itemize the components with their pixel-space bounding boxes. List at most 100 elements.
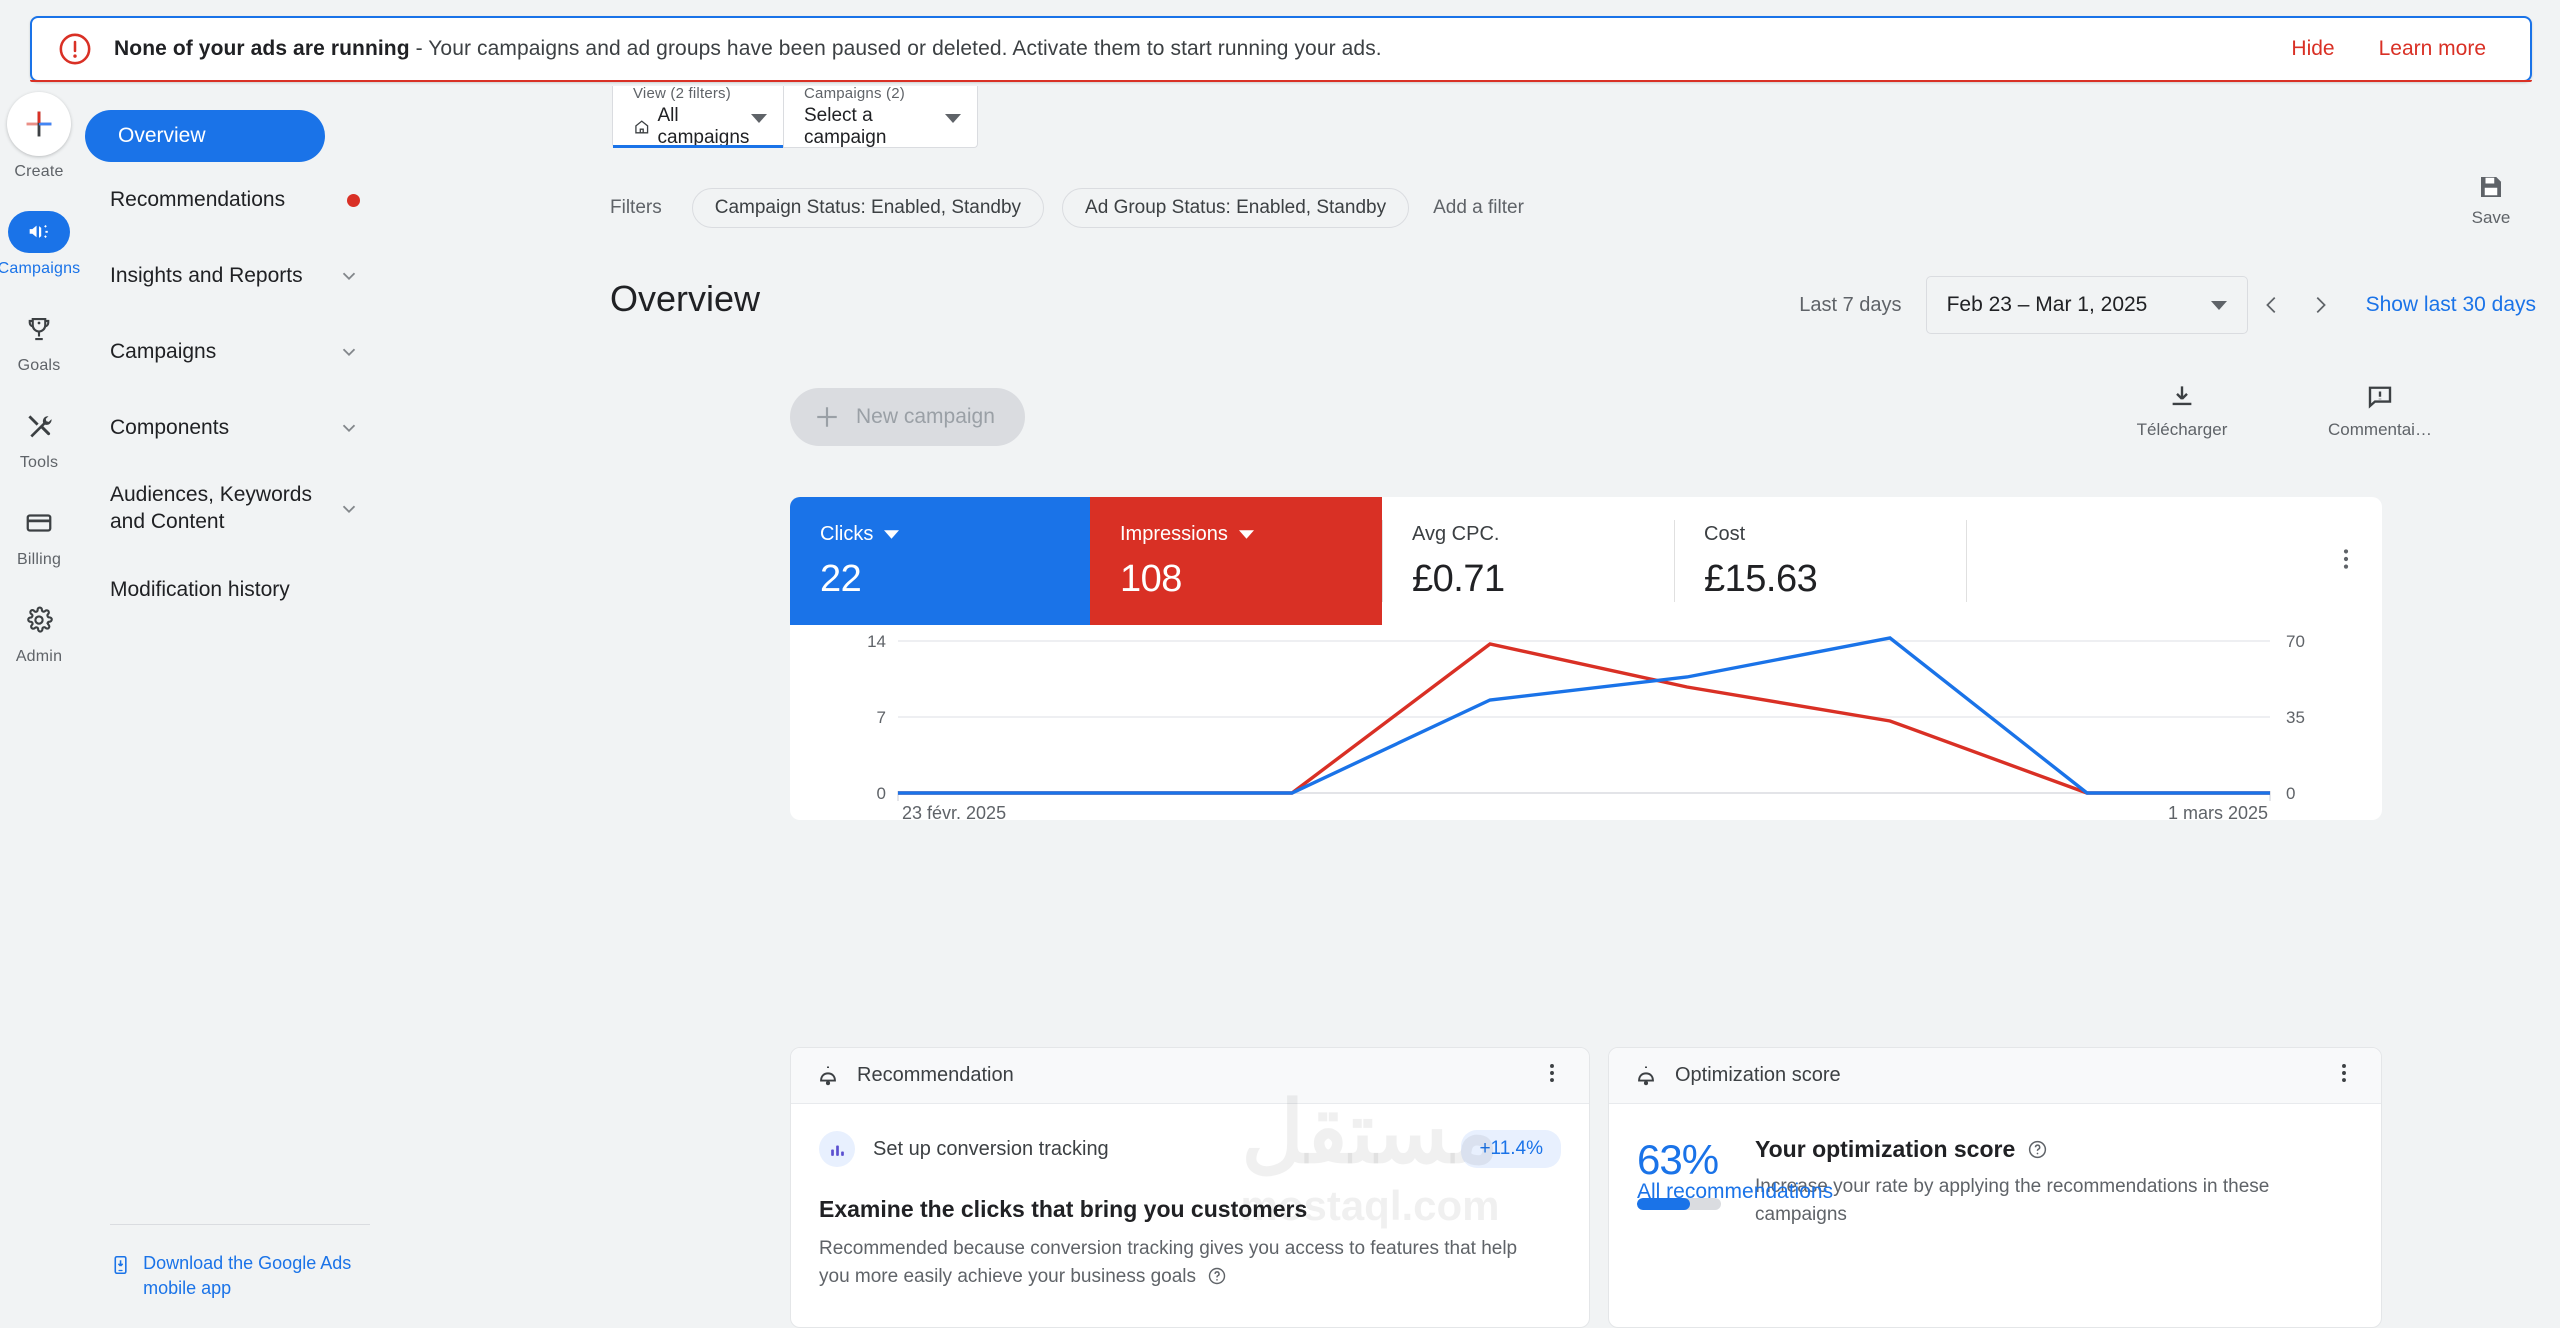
filter-chip-campaign-status[interactable]: Campaign Status: Enabled, Standby [691,188,1045,228]
recommendation-card-kebab[interactable] [1539,1060,1565,1091]
nav-item-audiences-keywords-and-content[interactable]: Audiences, Keywords and Content [110,478,370,540]
chevron-down-icon[interactable] [751,113,767,123]
previous-period-button[interactable] [2248,281,2296,329]
feedback-button[interactable]: Commentai… [2320,382,2440,440]
metric-value-clicks: 22 [820,558,862,600]
nav-item-recommendations[interactable]: Recommendations [110,174,370,226]
campaigns-rail-pill[interactable] [8,211,70,253]
chevron-down-icon[interactable] [1238,530,1254,539]
plus-icon [26,111,52,137]
save-label: Save [2471,208,2511,227]
hide-button[interactable]: Hide [2291,37,2334,61]
rail-item-campaigns[interactable]: Campaigns [0,211,80,278]
clicks-impressions-line-chart[interactable]: 14 7 0 70 35 0 23 févr. 2025 1 mars 2025 [790,625,2382,823]
chevron-left-icon [2265,297,2275,313]
alert-actions: Hide Learn more [2291,37,2504,61]
all-recommendations-link[interactable]: All recommendations [1637,1180,1833,1204]
tools-rail-icon-wrap[interactable] [8,405,70,447]
help-circle-icon[interactable] [1207,1266,1227,1286]
help-circle-icon[interactable] [2027,1139,2048,1160]
nav-item-campaigns[interactable]: Campaigns [110,326,370,378]
tools-icon [28,415,52,438]
metric-card-clicks[interactable]: Clicks 22 [790,497,1090,625]
rail-item-admin[interactable]: Admin [0,599,78,666]
optimization-card-kebab[interactable] [2331,1060,2357,1091]
overview-actions: Télécharger Commentai… [2122,382,2440,440]
mobile-app-promo-label: Download the Google Ads mobile app [143,1253,352,1298]
rail-item-billing[interactable]: Billing [0,502,78,569]
save-disk-icon [2481,177,2501,197]
recommendation-card-title: Recommendation [857,1064,1014,1086]
next-period-button[interactable] [2296,281,2344,329]
recommendation-card: Recommendation Set up conversion trackin… [790,1047,1590,1328]
learn-more-link[interactable]: Learn more [2379,37,2486,61]
rail-label-goals: Goals [17,357,61,374]
campaign-selector-value: Select a campaign [804,104,887,148]
alert-message: None of your ads are running - Your camp… [114,37,1382,61]
gear-icon [27,606,53,633]
view-selector-row: View (2 filters) All campaigns Campaigns… [612,84,978,148]
goals-rail-icon-wrap[interactable] [8,308,70,350]
create-button[interactable] [7,92,71,156]
download-button[interactable]: Télécharger [2122,382,2242,440]
trophy-icon [28,317,50,341]
plus-icon [817,407,837,427]
chevron-down-icon[interactable] [2210,300,2227,310]
metric-value-impressions: 108 [1120,558,1182,600]
campaign-selector-top-label: Campaigns (2) [804,84,905,102]
nav-label-recommendations: Recommendations [110,187,286,211]
series-line-impressions [898,642,2270,795]
nav-label-modification-history: Modification history [110,577,290,601]
recommendation-description: Recommended because conversion tracking … [819,1235,1529,1290]
date-range-picker[interactable]: Feb 23 – Mar 1, 2025 [1925,276,2248,334]
admin-rail-icon-wrap[interactable] [8,599,70,641]
metric-label-row-impressions: Impressions [1120,523,1270,546]
nav-item-overview[interactable]: Overview [85,110,325,162]
chevron-down-icon[interactable] [338,341,360,363]
billing-rail-icon-wrap[interactable] [8,502,70,544]
show-last-30-days-link[interactable]: Show last 30 days [2366,293,2536,317]
home-icon [635,119,649,133]
nav-spacer-3 [110,388,370,402]
new-campaign-button[interactable]: New campaign [790,388,1025,446]
filter-chip-ad-group-status[interactable]: Ad Group Status: Enabled, Standby [1062,188,1410,228]
optimization-headline: Your optimization score [1755,1136,2016,1162]
recommendation-description-text: Recommended because conversion tracking … [819,1238,1518,1287]
metric-card-avg-cpc[interactable]: Avg CPC. £0.71 [1382,497,1674,625]
metric-card-cost[interactable]: Cost £15.63 [1674,497,1966,625]
rail-item-create[interactable]: Create [0,92,78,181]
nav-spacer-4 [110,464,370,478]
recommendation-uplift-badge: +11.4% [1461,1130,1561,1168]
nav-item-components[interactable]: Components [110,402,370,454]
recommendation-row-label: Set up conversion tracking [873,1137,1109,1160]
nav-item-insights-and-reports[interactable]: Insights and Reports [110,250,370,302]
chevron-down-icon[interactable] [338,498,360,520]
metric-label-clicks: Clicks [820,523,874,545]
view-selector[interactable]: View (2 filters) All campaigns [612,84,784,148]
mobile-app-promo[interactable]: Download the Google Ads mobile app [110,1224,370,1300]
chevron-down-icon[interactable] [945,113,961,123]
filters-row: Filters Campaign Status: Enabled, Standb… [610,188,1524,228]
more-vert-icon [2343,549,2349,569]
nav-item-modification-history[interactable]: Modification history [110,564,370,616]
rail-item-tools[interactable]: Tools [0,405,78,472]
new-campaign-label: New campaign [856,405,995,428]
overview-chart-panel: 14 7 0 70 35 0 23 févr. 2025 1 mars 2025 [790,625,2382,823]
metric-card-impressions[interactable]: Impressions 108 [1090,497,1270,625]
save-button[interactable]: Save [2448,172,2534,228]
more-vert-icon [2342,1064,2346,1082]
campaign-selector[interactable]: Campaigns (2) Select a campaign [784,84,978,148]
nav-spacer-1 [110,236,370,250]
chevron-down-icon[interactable] [338,417,360,439]
chevron-down-icon[interactable] [338,265,360,287]
metric-card-empty-slot [1966,497,2382,625]
nav-spacer-2 [110,312,370,326]
rail-item-goals[interactable]: Goals [0,308,78,375]
add-filter-button[interactable]: Add a filter [1427,197,1524,219]
chevron-down-icon[interactable] [884,530,900,539]
rail-label-billing: Billing [16,551,62,568]
feedback-icon [2368,386,2392,409]
chart-card-kebab-menu[interactable] [2332,545,2360,578]
view-selector-top-label: View (2 filters) [633,84,731,102]
metric-label-cost: Cost [1704,523,1746,545]
